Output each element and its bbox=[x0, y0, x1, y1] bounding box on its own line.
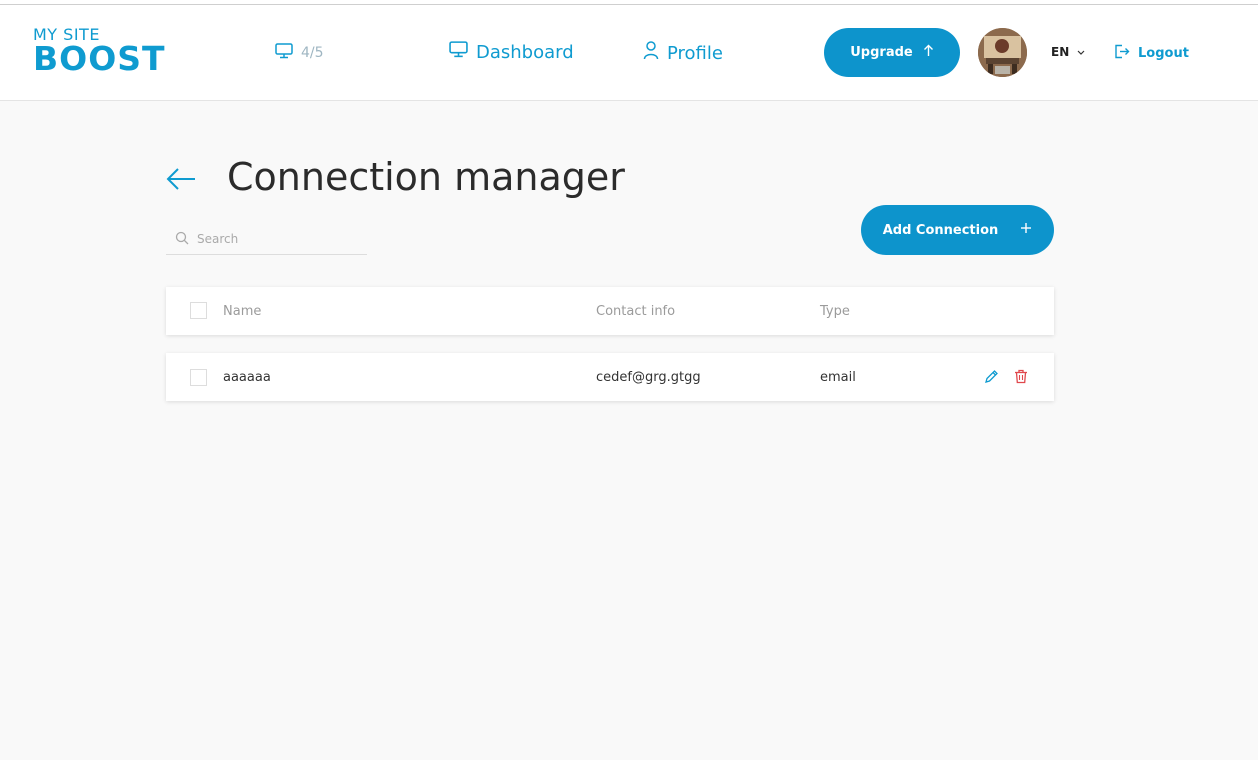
nav-profile-label: Profile bbox=[667, 42, 723, 64]
site-counter: 4/5 bbox=[275, 43, 324, 63]
trash-icon[interactable] bbox=[1014, 369, 1030, 385]
search-input[interactable] bbox=[197, 232, 357, 246]
site-counter-value: 4/5 bbox=[301, 45, 324, 61]
logo-line2: BOOST bbox=[33, 39, 166, 78]
column-header-contact[interactable]: Contact info bbox=[596, 304, 675, 319]
logout-icon bbox=[1114, 44, 1130, 63]
monitor-icon bbox=[449, 41, 468, 63]
avatar[interactable] bbox=[978, 28, 1027, 77]
column-header-type[interactable]: Type bbox=[820, 304, 850, 319]
logout-label: Logout bbox=[1138, 46, 1189, 61]
select-all-checkbox[interactable] bbox=[190, 302, 207, 319]
edit-pencil-icon[interactable] bbox=[984, 369, 1000, 385]
table-header: Name Contact info Type bbox=[166, 287, 1054, 335]
plus-icon bbox=[1020, 222, 1032, 238]
nav-profile[interactable]: Profile bbox=[643, 41, 723, 65]
search-icon bbox=[175, 230, 189, 249]
language-selector[interactable]: EN bbox=[1051, 45, 1085, 59]
upgrade-button-label: Upgrade bbox=[850, 45, 913, 60]
chevron-down-icon bbox=[1077, 45, 1085, 59]
row-type: email bbox=[820, 370, 856, 385]
column-header-name[interactable]: Name bbox=[223, 304, 261, 319]
row-name: aaaaaa bbox=[223, 370, 271, 385]
add-connection-button[interactable]: Add Connection bbox=[861, 205, 1054, 255]
page-title: Connection manager bbox=[227, 155, 625, 199]
nav-dashboard-label: Dashboard bbox=[476, 41, 574, 63]
row-contact: cedef@grg.gtgg bbox=[596, 370, 701, 385]
nav-dashboard[interactable]: Dashboard bbox=[449, 41, 574, 63]
arrow-up-icon bbox=[923, 44, 934, 61]
upgrade-button[interactable]: Upgrade bbox=[824, 28, 960, 77]
language-value: EN bbox=[1051, 45, 1070, 59]
site-logo[interactable]: MY SITE BOOST bbox=[33, 25, 166, 80]
monitor-icon bbox=[275, 43, 293, 63]
row-checkbox[interactable] bbox=[190, 369, 207, 386]
top-header: MY SITE BOOST 4/5 Dashboard Profile Upgr… bbox=[0, 5, 1258, 101]
back-arrow-icon[interactable] bbox=[166, 166, 196, 192]
search-box bbox=[166, 224, 367, 255]
logout-link[interactable]: Logout bbox=[1114, 44, 1189, 63]
row-actions bbox=[984, 369, 1030, 385]
add-connection-label: Add Connection bbox=[882, 222, 999, 238]
user-icon bbox=[643, 41, 659, 65]
table-row[interactable]: aaaaaa cedef@grg.gtgg email bbox=[166, 353, 1054, 401]
